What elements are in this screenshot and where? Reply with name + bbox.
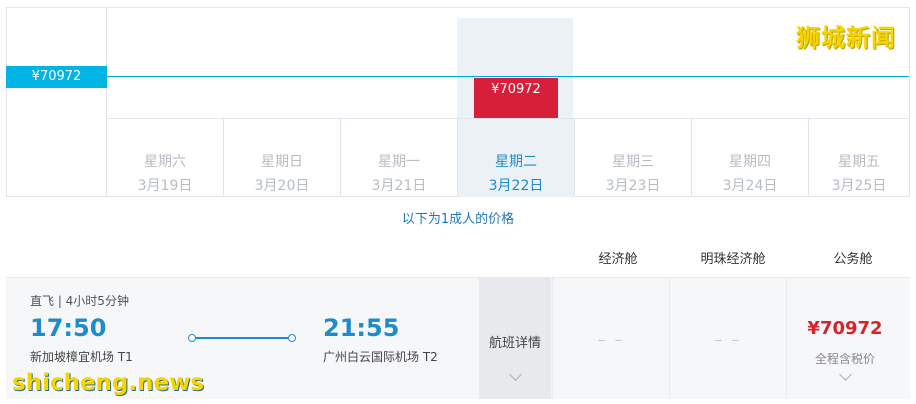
route-line — [188, 334, 296, 342]
route-start-dot — [188, 334, 196, 342]
fare-premium-economy: – – — [669, 278, 786, 399]
price-axis — [7, 8, 107, 196]
watermark-site: shicheng.news — [12, 370, 205, 396]
date-cell[interactable]: 星期五 3月25日 — [809, 119, 909, 197]
chevron-down-icon — [839, 368, 852, 381]
fare-price: ¥70972 — [807, 318, 883, 339]
weekday-label: 星期三 — [612, 154, 654, 170]
depart-airport: 新加坡樟宜机场 T1 — [30, 350, 133, 364]
date-label: 3月21日 — [371, 178, 427, 194]
price-axis-tag: ¥70972 — [6, 66, 107, 88]
route-end-dot — [288, 334, 296, 342]
fare-unavailable: – – — [597, 330, 625, 349]
fare-business[interactable]: ¥70972 全程含税价 — [786, 278, 903, 399]
selected-price-label: ¥70972 — [491, 82, 541, 97]
date-label: 3月22日 — [488, 178, 544, 194]
date-label: 3月23日 — [605, 178, 661, 194]
flight-meta: 直飞 | 4小时5分钟 — [30, 294, 129, 308]
weekday-label: 星期一 — [378, 154, 420, 170]
fare-economy: – – — [552, 278, 669, 399]
arrive-time: 21:55 — [323, 314, 400, 342]
price-line — [7, 76, 909, 77]
date-cell[interactable]: 星期三 3月23日 — [575, 119, 692, 197]
date-cell-selected[interactable]: 星期二 3月22日 — [458, 119, 575, 197]
cabin-header-premium-economy: 明珠经济舱 — [700, 252, 766, 267]
chevron-down-icon — [509, 368, 522, 381]
date-cell[interactable]: 星期日 3月20日 — [224, 119, 341, 197]
depart-time: 17:50 — [30, 314, 107, 342]
weekday-label: 星期二 — [495, 154, 537, 170]
date-cell[interactable]: 星期一 3月21日 — [341, 119, 458, 197]
date-label: 3月25日 — [831, 178, 887, 194]
weekday-label: 星期日 — [261, 154, 303, 170]
flight-details-button[interactable]: 航班详情 — [479, 278, 551, 399]
cabin-header-economy: 经济舱 — [598, 252, 638, 267]
date-cell[interactable]: 星期四 3月24日 — [692, 119, 809, 197]
cabin-header-business: 公务舱 — [833, 252, 873, 267]
flight-details-label: 航班详情 — [488, 336, 541, 351]
adult-price-note: 以下为1成人的价格 — [401, 212, 515, 227]
date-row: 星期六 3月19日 星期日 3月20日 星期一 3月21日 星期二 3月22日 … — [107, 118, 909, 197]
date-label: 3月19日 — [137, 178, 193, 194]
date-label: 3月20日 — [254, 178, 310, 194]
weekday-label: 星期四 — [729, 154, 771, 170]
watermark-logo: 狮城新闻 — [796, 24, 896, 52]
date-cell[interactable]: 星期六 3月19日 — [107, 119, 224, 197]
date-label: 3月24日 — [722, 178, 778, 194]
weekday-label: 星期五 — [838, 154, 880, 170]
price-calendar-chart: ¥70972 ¥70972 星期六 3月19日 星期日 3月20日 星期一 3月… — [6, 7, 910, 197]
fare-unavailable: – – — [714, 330, 742, 349]
arrive-airport: 广州白云国际机场 T2 — [323, 350, 438, 364]
fare-tax-note: 全程含税价 — [814, 352, 875, 366]
weekday-label: 星期六 — [144, 154, 186, 170]
